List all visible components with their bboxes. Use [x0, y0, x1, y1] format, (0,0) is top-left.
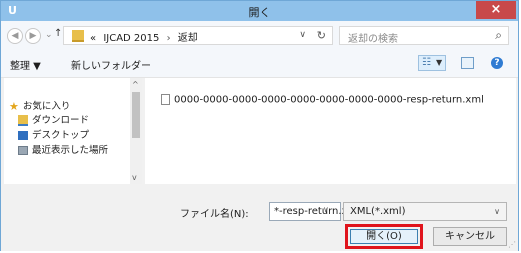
file-list: 0000-0000-0000-0000-0000-0000-0000-0000-… [145, 78, 516, 184]
view-options-button[interactable]: ☷ ▼ [418, 55, 446, 71]
desktop-icon [18, 131, 28, 140]
preview-pane-icon[interactable] [461, 57, 474, 69]
navigation-pane: ★ お気に入り ダウンロード デスクトップ 最近表示した場所 [4, 78, 142, 184]
close-button[interactable]: × [476, 1, 516, 19]
file-item[interactable]: 0000-0000-0000-0000-0000-0000-0000-0000-… [161, 94, 484, 106]
search-placeholder: 返却の検索 [348, 34, 398, 45]
organize-menu[interactable]: 整理 ▼ [10, 57, 41, 72]
toolbar: 整理 ▼ 新しいフォルダー ☷ ▼ ? [1, 51, 518, 78]
recent-dropdown-icon[interactable]: ⌄ [45, 30, 53, 40]
view-grid-icon: ☷ [422, 57, 431, 68]
recent-places-icon [18, 146, 28, 155]
breadcrumb-separator: › [166, 33, 171, 44]
refresh-icon[interactable]: ↻ [317, 29, 326, 42]
scroll-thumb[interactable] [132, 92, 140, 138]
scroll-down-icon[interactable]: v [132, 173, 137, 182]
breadcrumb-item-ijcad[interactable]: IJCAD 2015 [103, 33, 159, 44]
resize-grip-icon[interactable]: ⋰ [508, 240, 516, 249]
file-type-dropdown-icon: ∨ [494, 207, 500, 216]
filename-field[interactable]: *-resp-return.xml [269, 202, 360, 221]
cancel-button[interactable]: キャンセル [433, 227, 507, 246]
dialog-footer: ファイル名(N): *-resp-return.xml ∨ XML(*.xml)… [1, 185, 518, 251]
up-arrow-icon[interactable]: ↑ [54, 28, 62, 39]
new-folder-button[interactable]: 新しいフォルダー [71, 57, 151, 72]
file-type-value: XML(*.xml) [350, 206, 406, 217]
back-icon[interactable]: ◀ [7, 28, 23, 44]
download-folder-icon [18, 115, 28, 126]
breadcrumb-overflow[interactable]: « [90, 33, 96, 44]
xml-file-icon [161, 94, 170, 105]
view-dropdown-icon: ▼ [436, 58, 443, 67]
breadcrumb-item-current[interactable]: 返却 [178, 33, 198, 44]
search-icon[interactable]: ⌕ [495, 28, 502, 43]
forward-icon[interactable]: ▶ [25, 28, 41, 44]
open-button-highlight: 開く(O) [345, 224, 423, 249]
file-name: 0000-0000-0000-0000-0000-0000-0000-0000-… [174, 94, 484, 106]
scroll-up-icon[interactable]: ^ [132, 80, 139, 89]
filename-dropdown-icon[interactable]: ∨ [323, 205, 329, 214]
file-type-select[interactable]: XML(*.xml) ∨ [343, 202, 507, 221]
nav-item-downloads[interactable]: ダウンロード [18, 112, 89, 126]
nav-item-favorites[interactable]: ★ お気に入り [9, 98, 70, 113]
nav-scrollbar[interactable]: ^ v [130, 78, 142, 184]
breadcrumb: « IJCAD 2015 › 返却 [90, 29, 198, 44]
nav-item-recent-places[interactable]: 最近表示した場所 [18, 142, 108, 156]
title-bar[interactable]: U 開く × [1, 1, 518, 21]
folder-icon [72, 30, 84, 42]
help-icon[interactable]: ? [491, 57, 503, 69]
search-input[interactable]: 返却の検索 ⌕ [339, 26, 509, 45]
dialog-title: 開く [248, 6, 271, 19]
nav-item-desktop[interactable]: デスクトップ [18, 127, 89, 141]
address-row: ◀ ▶ ⌄ ↑ « IJCAD 2015 › 返却 ∨ ↻ 返却の検索 ⌕ [1, 21, 518, 51]
address-bar[interactable]: « IJCAD 2015 › 返却 ∨ ↻ [63, 26, 333, 45]
address-dropdown-icon[interactable]: ∨ [299, 30, 306, 40]
open-dialog: U 開く × ◀ ▶ ⌄ ↑ « IJCAD 2015 › 返却 ∨ ↻ 返却の… [0, 0, 519, 251]
open-button[interactable]: 開く(O) [350, 229, 418, 244]
filename-label: ファイル名(N): [180, 209, 249, 220]
